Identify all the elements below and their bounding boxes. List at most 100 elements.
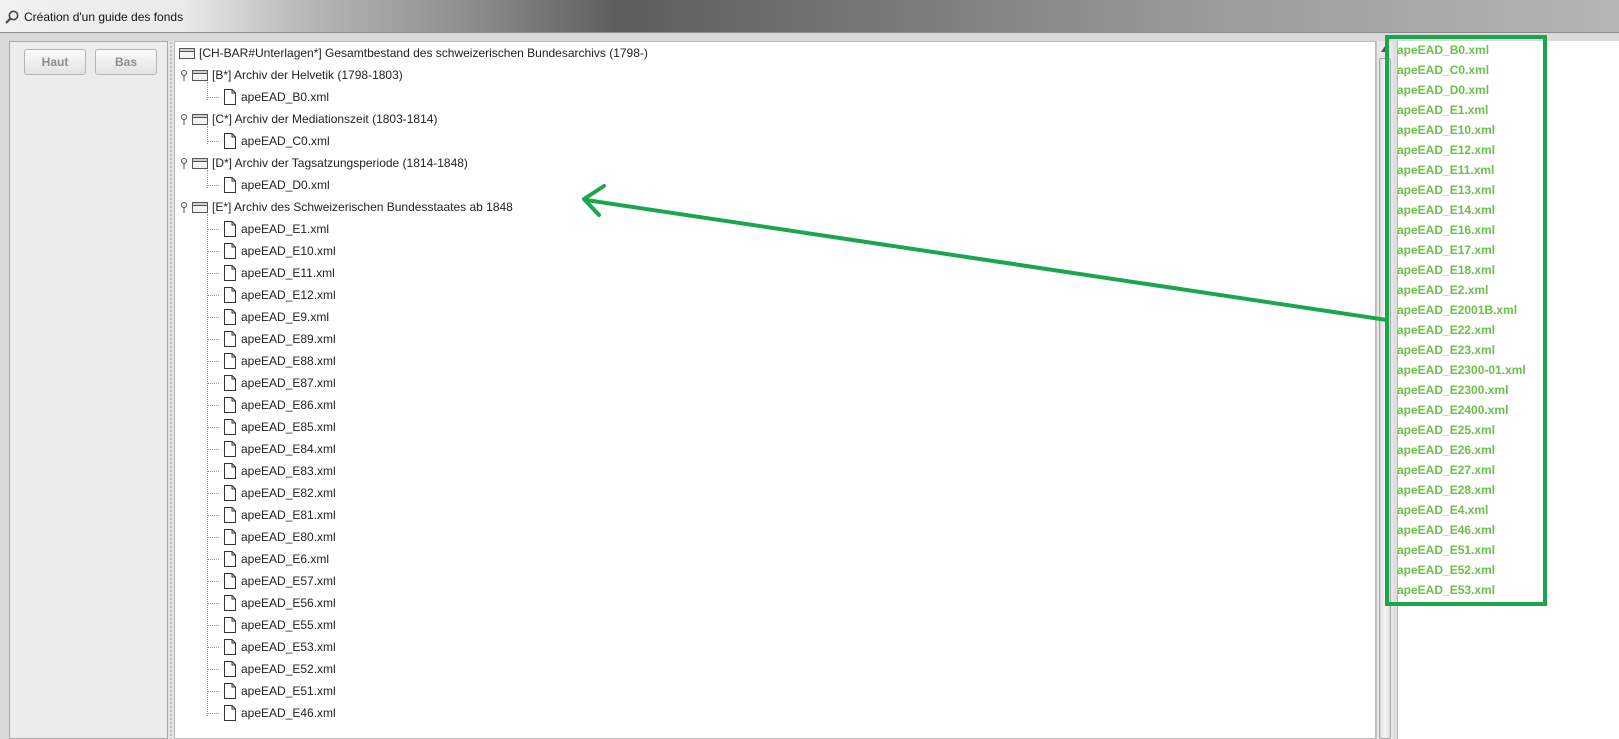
- right-list-item[interactable]: apeEAD_E18.xml: [1397, 260, 1495, 280]
- tree-file-item[interactable]: apeEAD_E1.xml: [223, 218, 329, 240]
- splitter-grip: [169, 41, 173, 739]
- right-list-item[interactable]: apeEAD_E23.xml: [1397, 340, 1495, 360]
- right-list-item[interactable]: apeEAD_E1.xml: [1397, 100, 1488, 120]
- right-list-item[interactable]: apeEAD_D0.xml: [1397, 80, 1489, 100]
- tree-folder-item-label: [E*] Archiv des Schweizerischen Bundesst…: [212, 200, 513, 214]
- tree-file-item[interactable]: apeEAD_E86.xml: [223, 394, 336, 416]
- tree-file-item[interactable]: apeEAD_B0.xml: [223, 86, 329, 108]
- scroll-thumb[interactable]: [1379, 58, 1391, 739]
- right-list-item[interactable]: apeEAD_E16.xml: [1397, 220, 1495, 240]
- left-panel: Haut Bas: [9, 41, 168, 739]
- expand-toggle-icon[interactable]: [180, 113, 188, 125]
- tree-file-item[interactable]: apeEAD_C0.xml: [223, 130, 330, 152]
- right-list-item[interactable]: apeEAD_E2001B.xml: [1397, 300, 1517, 320]
- right-list-item[interactable]: apeEAD_E13.xml: [1397, 180, 1495, 200]
- right-list-item[interactable]: apeEAD_E26.xml: [1397, 440, 1495, 460]
- file-icon: [224, 661, 236, 677]
- scroll-up-arrow-icon[interactable]: [1381, 46, 1389, 52]
- right-list-item[interactable]: apeEAD_E28.xml: [1397, 480, 1495, 500]
- tree-file-item[interactable]: apeEAD_E46.xml: [223, 702, 336, 724]
- right-list-item[interactable]: apeEAD_E27.xml: [1397, 460, 1495, 480]
- tree-file-item[interactable]: apeEAD_D0.xml: [223, 174, 330, 196]
- tree-file-item[interactable]: apeEAD_E11.xml: [223, 262, 335, 284]
- right-list-item[interactable]: apeEAD_E11.xml: [1397, 160, 1494, 180]
- tree-file-item[interactable]: apeEAD_E55.xml: [223, 614, 336, 636]
- tree-folder-item[interactable]: [B*] Archiv der Helvetik (1798-1803): [180, 64, 403, 86]
- expand-toggle-icon[interactable]: [180, 157, 188, 169]
- tree-file-item[interactable]: apeEAD_E9.xml: [223, 306, 329, 328]
- right-list-item[interactable]: apeEAD_E2400.xml: [1397, 400, 1508, 420]
- file-icon: [224, 375, 236, 391]
- tree-file-item[interactable]: apeEAD_E56.xml: [223, 592, 336, 614]
- right-list-item[interactable]: apeEAD_E22.xml: [1397, 320, 1495, 340]
- right-list-item[interactable]: apeEAD_E51.xml: [1397, 540, 1495, 560]
- tree-file-item[interactable]: apeEAD_E80.xml: [223, 526, 336, 548]
- tree-file-item[interactable]: apeEAD_E89.xml: [223, 328, 336, 350]
- tree-connector: [207, 405, 219, 406]
- folder-icon: [192, 70, 208, 81]
- tree-connector: [207, 515, 219, 516]
- bas-button[interactable]: Bas: [95, 49, 157, 75]
- tree-file-item-label: apeEAD_E10.xml: [241, 244, 336, 258]
- tree-connector: [207, 559, 219, 560]
- file-icon: [224, 595, 236, 611]
- tree-folder-item[interactable]: [D*] Archiv der Tagsatzungsperiode (1814…: [180, 152, 468, 174]
- tree-file-item[interactable]: apeEAD_E84.xml: [223, 438, 336, 460]
- title-wrap: Création d'un guide des fonds: [4, 0, 183, 33]
- folder-icon: [192, 114, 208, 125]
- file-icon: [224, 331, 236, 347]
- right-list-item[interactable]: apeEAD_E25.xml: [1397, 420, 1495, 440]
- right-list-item[interactable]: apeEAD_E53.xml: [1397, 580, 1495, 600]
- folder-icon: [192, 158, 208, 169]
- tree-file-item[interactable]: apeEAD_E53.xml: [223, 636, 336, 658]
- right-list-item[interactable]: apeEAD_E2300-01.xml: [1397, 360, 1526, 380]
- tree-root-item[interactable]: [CH-BAR#Unterlagen*] Gesamtbestand des s…: [179, 42, 648, 64]
- right-list-item[interactable]: apeEAD_E17.xml: [1397, 240, 1495, 260]
- tree-connector: [207, 383, 219, 384]
- tree-file-item[interactable]: apeEAD_E81.xml: [223, 504, 336, 526]
- file-icon: [224, 221, 236, 237]
- file-icon: [224, 397, 236, 413]
- expand-toggle-icon[interactable]: [180, 201, 188, 213]
- tree-folder-item-label: [C*] Archiv der Mediationszeit (1803-181…: [212, 112, 438, 126]
- tree-file-item[interactable]: apeEAD_E87.xml: [223, 372, 336, 394]
- right-list-item[interactable]: apeEAD_E10.xml: [1397, 120, 1495, 140]
- tree-folder-item-label: [D*] Archiv der Tagsatzungsperiode (1814…: [212, 156, 468, 170]
- tree-file-item[interactable]: apeEAD_E10.xml: [223, 240, 336, 262]
- tree-file-item[interactable]: apeEAD_E83.xml: [223, 460, 336, 482]
- right-list-item[interactable]: apeEAD_E2.xml: [1397, 280, 1488, 300]
- tree-file-item[interactable]: apeEAD_E57.xml: [223, 570, 336, 592]
- file-icon: [224, 485, 236, 501]
- tree-connector: [207, 82, 208, 100]
- tree-file-item[interactable]: apeEAD_E12.xml: [223, 284, 336, 306]
- tree-file-item[interactable]: apeEAD_E82.xml: [223, 482, 336, 504]
- tree-file-item[interactable]: apeEAD_E52.xml: [223, 658, 336, 680]
- tree-connector: [207, 126, 208, 144]
- window-titlebar[interactable]: Création d'un guide des fonds: [0, 0, 1619, 33]
- tree-folder-item[interactable]: [E*] Archiv des Schweizerischen Bundesst…: [180, 196, 513, 218]
- tree-connector: [207, 669, 219, 670]
- tree-connector: [207, 471, 219, 472]
- tree-file-item[interactable]: apeEAD_E88.xml: [223, 350, 336, 372]
- right-list-item[interactable]: apeEAD_E2300.xml: [1397, 380, 1508, 400]
- tree-file-item-label: apeEAD_E86.xml: [241, 398, 336, 412]
- tree-file-item-label: apeEAD_E83.xml: [241, 464, 336, 478]
- tree-file-item[interactable]: apeEAD_E51.xml: [223, 680, 336, 702]
- expand-toggle-icon[interactable]: [180, 69, 188, 81]
- fonds-tree[interactable]: [CH-BAR#Unterlagen*] Gesamtbestand des s…: [174, 41, 1376, 739]
- tree-folder-item[interactable]: [C*] Archiv der Mediationszeit (1803-181…: [180, 108, 437, 130]
- tree-file-item-label: apeEAD_E55.xml: [241, 618, 336, 632]
- tree-file-item[interactable]: apeEAD_E85.xml: [223, 416, 336, 438]
- right-list-item[interactable]: apeEAD_E12.xml: [1397, 140, 1495, 160]
- file-icon: [224, 419, 236, 435]
- tree-file-item[interactable]: apeEAD_E6.xml: [223, 548, 329, 570]
- right-list-item[interactable]: apeEAD_B0.xml: [1397, 40, 1489, 60]
- tree-scrollbar[interactable]: [1376, 41, 1393, 739]
- right-list-item[interactable]: apeEAD_E14.xml: [1397, 200, 1495, 220]
- right-list-item[interactable]: apeEAD_E4.xml: [1397, 500, 1488, 520]
- haut-button[interactable]: Haut: [24, 49, 86, 75]
- right-list-item[interactable]: apeEAD_E52.xml: [1397, 560, 1495, 580]
- right-list-item[interactable]: apeEAD_E46.xml: [1397, 520, 1495, 540]
- right-list-item[interactable]: apeEAD_C0.xml: [1397, 60, 1489, 80]
- tree-file-item-label: apeEAD_E56.xml: [241, 596, 336, 610]
